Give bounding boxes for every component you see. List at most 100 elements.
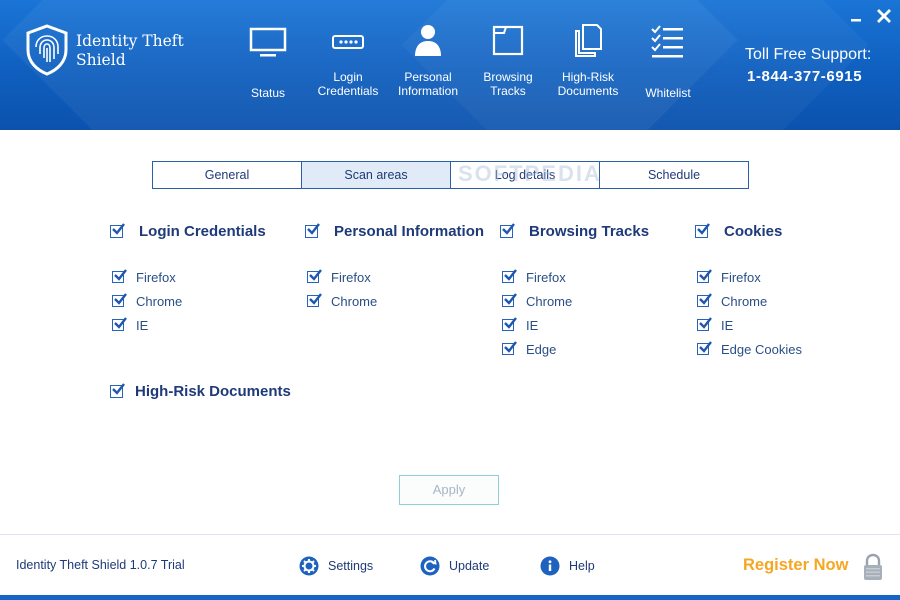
settings-label: Settings xyxy=(328,559,374,573)
tab-schedule[interactable]: Schedule xyxy=(600,162,748,188)
nav-status[interactable]: Status xyxy=(225,20,311,110)
checkbox-item[interactable]: Chrome xyxy=(500,289,695,313)
checkbox-item[interactable]: Firefox xyxy=(305,265,500,289)
checkbox-item[interactable]: Firefox xyxy=(500,265,695,289)
high-risk-documents-checkbox[interactable] xyxy=(110,382,125,398)
browser-window-icon xyxy=(492,25,524,56)
monitor-icon xyxy=(249,27,287,57)
nav-high-risk-documents[interactable]: High-Risk Documents xyxy=(545,20,631,110)
tab-scan-areas[interactable]: Scan areas xyxy=(302,162,451,188)
checkbox-item[interactable]: IE xyxy=(695,313,890,337)
item-label: Firefox xyxy=(526,269,566,285)
update-button[interactable]: Update xyxy=(420,556,489,576)
checklist-icon xyxy=(651,25,683,58)
nav-label: Status xyxy=(250,86,286,100)
item-label: Firefox xyxy=(136,269,176,285)
checkbox-item[interactable]: Chrome xyxy=(110,289,305,313)
nav-label: Whitelist xyxy=(645,86,691,100)
item-checkbox[interactable] xyxy=(307,269,322,283)
checkbox-item[interactable]: Chrome xyxy=(305,289,500,313)
cookies-checkbox[interactable] xyxy=(695,222,710,238)
checkmark-icon xyxy=(307,222,320,235)
gear-icon xyxy=(299,556,319,576)
update-label: Update xyxy=(449,559,490,573)
item-label: IE xyxy=(136,317,149,333)
register-now-link[interactable]: Register Now xyxy=(743,556,848,575)
item-checkbox[interactable] xyxy=(112,269,127,283)
tab-log-details[interactable]: Log details xyxy=(451,162,600,188)
checkbox-item[interactable]: IE xyxy=(110,313,305,337)
item-checkbox[interactable] xyxy=(502,317,517,331)
checkbox-item[interactable]: Firefox xyxy=(110,265,305,289)
nav-label: Login Credentials xyxy=(317,70,379,98)
footer-accent-bar xyxy=(0,595,900,600)
group-cookies: Cookies Firefox Chrome IE Edge Cookies xyxy=(695,221,890,361)
checkbox-item[interactable]: Chrome xyxy=(695,289,890,313)
version-text: Identity Theft Shield 1.0.7 Trial xyxy=(16,558,185,572)
checkmark-icon xyxy=(114,317,127,329)
checkmark-icon xyxy=(309,269,322,281)
group-title: High-Risk Documents xyxy=(135,382,291,400)
tab-general[interactable]: General xyxy=(153,162,302,188)
group-title: Login Credentials xyxy=(139,222,266,240)
close-button[interactable] xyxy=(874,6,894,26)
login-credentials-checkbox[interactable] xyxy=(110,222,125,238)
nav-whitelist[interactable]: Whitelist xyxy=(625,20,711,110)
item-label: Edge Cookies xyxy=(721,341,802,357)
checkmark-icon xyxy=(699,293,712,305)
nav-label: Browsing Tracks xyxy=(483,70,533,98)
item-checkbox[interactable] xyxy=(697,317,712,331)
group-title: Cookies xyxy=(724,222,783,240)
item-checkbox[interactable] xyxy=(697,341,712,355)
settings-tabs: General Scan areas Log details Schedule xyxy=(152,161,749,189)
header-bar: Identity Theft Shield Status Login Crede… xyxy=(0,0,900,130)
item-checkbox[interactable] xyxy=(112,293,127,307)
checkmark-icon xyxy=(697,222,710,235)
apply-button[interactable]: Apply xyxy=(399,475,499,505)
minimize-button[interactable] xyxy=(846,6,866,26)
password-field-icon xyxy=(332,35,364,49)
checkbox-list: Firefox Chrome IE xyxy=(110,265,305,337)
item-checkbox[interactable] xyxy=(697,293,712,307)
item-label: IE xyxy=(526,317,539,333)
checkbox-item[interactable]: IE xyxy=(500,313,695,337)
nav-browsing-tracks[interactable]: Browsing Tracks xyxy=(465,20,551,110)
checkmark-icon xyxy=(504,293,517,305)
item-checkbox[interactable] xyxy=(502,341,517,355)
checkmark-icon xyxy=(504,269,517,281)
group-personal-information: Personal Information Firefox Chrome xyxy=(305,221,500,313)
browsing-tracks-checkbox[interactable] xyxy=(500,222,515,238)
nav-personal-information[interactable]: Personal Information xyxy=(385,20,471,110)
help-button[interactable]: Help xyxy=(540,556,595,576)
checkbox-item[interactable]: Edge xyxy=(500,337,695,361)
checkmark-icon xyxy=(112,222,125,235)
app-name: Identity Theft Shield xyxy=(76,32,184,69)
nav-label: High-Risk Documents xyxy=(557,70,619,98)
person-icon xyxy=(415,25,441,56)
item-label: Edge xyxy=(526,341,557,357)
personal-information-checkbox[interactable] xyxy=(305,222,320,238)
checkbox-list: Firefox Chrome xyxy=(305,265,500,313)
nav-login-credentials[interactable]: Login Credentials xyxy=(305,20,391,110)
support-phone: 1-844-377-6915 xyxy=(747,68,863,85)
checkbox-item[interactable]: Firefox xyxy=(695,265,890,289)
item-checkbox[interactable] xyxy=(112,317,127,331)
checkbox-item[interactable]: Edge Cookies xyxy=(695,337,890,361)
item-checkbox[interactable] xyxy=(697,269,712,283)
group-login-credentials: Login Credentials Firefox Chrome IE xyxy=(110,221,305,337)
item-checkbox[interactable] xyxy=(502,293,517,307)
item-label: Firefox xyxy=(721,269,761,285)
item-checkbox[interactable] xyxy=(307,293,322,307)
checkmark-icon xyxy=(699,341,712,353)
group-title: Personal Information xyxy=(334,222,485,240)
item-label: Chrome xyxy=(721,293,768,309)
group-high-risk-documents: High-Risk Documents xyxy=(110,381,305,401)
checkbox-list: Firefox Chrome IE Edge Cookies xyxy=(695,265,890,361)
help-label: Help xyxy=(569,559,595,573)
item-label: Chrome xyxy=(136,293,183,309)
documents-icon xyxy=(575,24,602,57)
item-checkbox[interactable] xyxy=(502,269,517,283)
settings-button[interactable]: Settings xyxy=(299,556,373,576)
item-label: IE xyxy=(721,317,734,333)
lock-icon xyxy=(864,553,882,580)
